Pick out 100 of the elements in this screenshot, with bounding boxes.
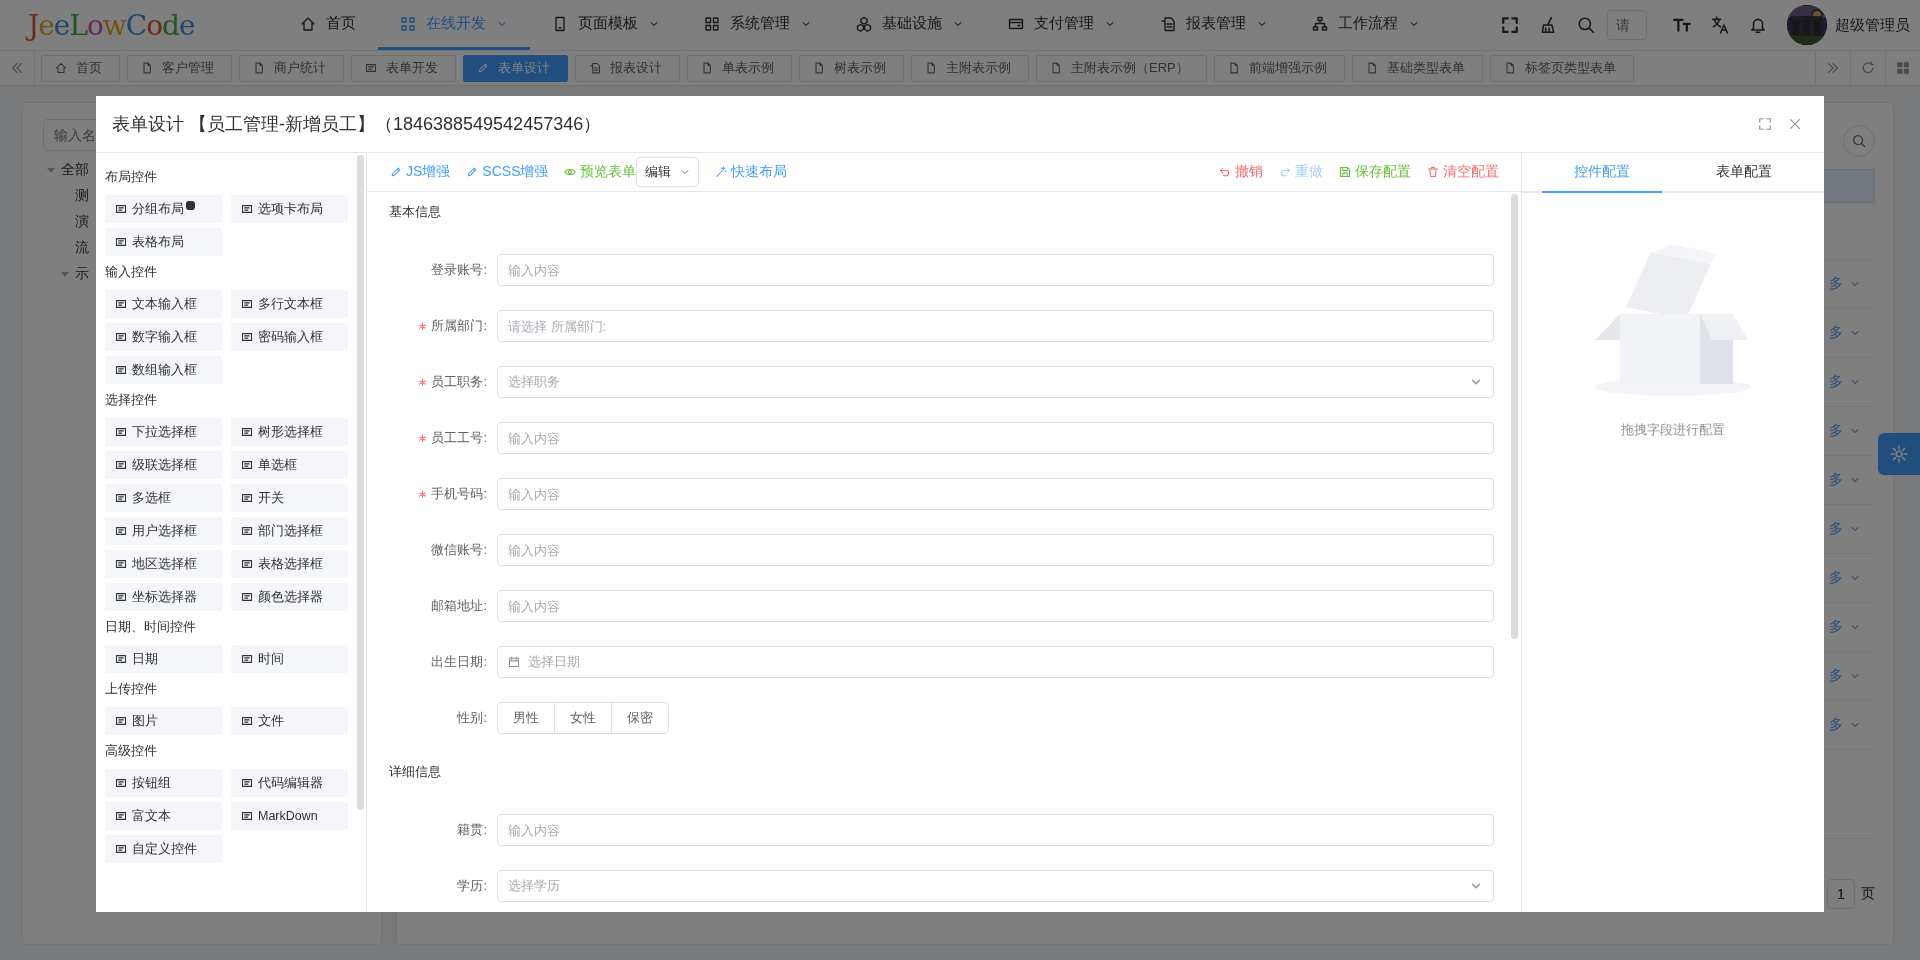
- widget-item[interactable]: 多行文本框: [231, 290, 348, 318]
- input-field[interactable]: 输入内容: [497, 254, 1494, 286]
- mode-select[interactable]: 编辑: [636, 157, 700, 187]
- fullscreen-icon[interactable]: [1758, 117, 1772, 131]
- page-tab[interactable]: 首页: [41, 54, 120, 82]
- widget-item[interactable]: 图片: [105, 707, 222, 735]
- widget-icon: [115, 558, 127, 570]
- page-tab[interactable]: 基础类型表单: [1351, 54, 1483, 82]
- widget-item[interactable]: 地区选择框: [105, 550, 222, 578]
- tree-item[interactable]: 演: [75, 213, 89, 231]
- widget-item[interactable]: 选项卡布局: [231, 195, 348, 223]
- widget-item[interactable]: 数组输入框: [105, 356, 222, 384]
- input-field[interactable]: 输入内容: [497, 534, 1494, 566]
- radio-button[interactable]: 男性: [497, 702, 555, 734]
- settings-tab[interactable]: 表单配置: [1684, 153, 1804, 193]
- field-label: 登录账号:: [431, 261, 487, 279]
- search-field[interactable]: 请: [1607, 10, 1647, 40]
- bell-icon[interactable]: [1749, 16, 1767, 34]
- widget-item[interactable]: 表格选择框: [231, 550, 348, 578]
- page-tab[interactable]: 前端增强示例: [1213, 54, 1345, 82]
- nav-item[interactable]: 页面模板: [530, 0, 682, 50]
- input-field[interactable]: 输入内容: [497, 478, 1494, 510]
- nav-item[interactable]: 支付管理: [986, 0, 1138, 50]
- tree-item[interactable]: 示: [75, 265, 89, 283]
- tree-item[interactable]: 测: [75, 187, 89, 205]
- page-tab[interactable]: 单表示例: [687, 54, 792, 82]
- toolbar-link[interactable]: JS增强: [390, 163, 451, 181]
- nav-item[interactable]: 报表管理: [1138, 0, 1290, 50]
- page-tab[interactable]: 树表示例: [799, 54, 904, 82]
- widget-item[interactable]: 时间: [231, 645, 348, 673]
- widget-item[interactable]: 文件: [231, 707, 348, 735]
- toolbar-button[interactable]: 保存配置: [1339, 163, 1411, 181]
- broom-icon[interactable]: [1539, 16, 1557, 34]
- toolbar-link[interactable]: SCSS增强: [466, 163, 549, 181]
- widget-icon: [115, 843, 127, 855]
- nav-item[interactable]: 基础设施: [834, 0, 986, 50]
- scrollbar[interactable]: [1511, 194, 1518, 639]
- translate-icon[interactable]: [1711, 16, 1729, 34]
- settings-button[interactable]: [1878, 433, 1920, 475]
- toolbar-link[interactable]: 预览表单: [564, 163, 637, 181]
- widget-item[interactable]: 树形选择框: [231, 418, 348, 446]
- page-tab[interactable]: 商户统计: [239, 54, 344, 82]
- widget-item[interactable]: 坐标选择器: [105, 583, 222, 611]
- trash-icon: [1427, 166, 1439, 178]
- tree-item[interactable]: 全部: [61, 161, 89, 179]
- widget-item[interactable]: 日期: [105, 645, 222, 673]
- select-field[interactable]: 选择学历: [497, 870, 1494, 902]
- radio-button[interactable]: 保密: [611, 702, 669, 734]
- widget-item[interactable]: 用户选择框: [105, 517, 222, 545]
- search-button[interactable]: [1843, 125, 1875, 157]
- widget-item[interactable]: 代码编辑器: [231, 769, 348, 797]
- widget-item[interactable]: 分组布局: [105, 195, 222, 223]
- page-tab[interactable]: 报表设计: [575, 54, 680, 82]
- nav-item[interactable]: 首页: [278, 0, 378, 50]
- caret-icon[interactable]: [60, 269, 70, 279]
- logo[interactable]: JeeLowCode: [0, 8, 278, 42]
- widget-item[interactable]: 自定义控件: [105, 835, 222, 863]
- nav-item[interactable]: 系统管理: [682, 0, 834, 50]
- widget-item[interactable]: 多选框: [105, 484, 222, 512]
- widget-item[interactable]: MarkDown: [231, 802, 348, 830]
- date-field[interactable]: 选择日期: [497, 646, 1494, 678]
- tree-item[interactable]: 流: [75, 239, 89, 257]
- widget-item[interactable]: 表格布局: [105, 228, 222, 256]
- page-tab[interactable]: 表单开发: [351, 54, 456, 82]
- widget-item[interactable]: 数字输入框: [105, 323, 222, 351]
- font-size-icon[interactable]: [1673, 16, 1691, 34]
- widget-item[interactable]: 颜色选择器: [231, 583, 348, 611]
- widget-item[interactable]: 密码输入框: [231, 323, 348, 351]
- settings-tab[interactable]: 控件配置: [1542, 153, 1662, 193]
- nav-item[interactable]: 工作流程: [1290, 0, 1442, 50]
- radio-button[interactable]: 女性: [554, 702, 612, 734]
- toolbar-link[interactable]: 快速布局: [715, 163, 788, 181]
- close-icon[interactable]: [1788, 117, 1802, 131]
- select-field[interactable]: 选择职务: [497, 366, 1494, 398]
- page-tab[interactable]: 主附表示例（ERP）: [1036, 54, 1207, 82]
- page-tab[interactable]: 客户管理: [127, 54, 232, 82]
- scrollbar[interactable]: [357, 155, 364, 810]
- toolbar-button[interactable]: 撤销: [1219, 163, 1263, 181]
- input-field[interactable]: 输入内容: [497, 422, 1494, 454]
- page-tab[interactable]: 主附表示例: [911, 54, 1029, 82]
- widget-item[interactable]: 文本输入框: [105, 290, 222, 318]
- user-name[interactable]: 超级管理员: [1835, 15, 1910, 35]
- page-tab[interactable]: 标签页类型表单: [1489, 54, 1634, 82]
- input-field[interactable]: 请选择 所属部门:: [497, 310, 1494, 342]
- widget-item[interactable]: 部门选择框: [231, 517, 348, 545]
- widget-item[interactable]: 富文本: [105, 802, 222, 830]
- input-field[interactable]: 输入内容: [497, 814, 1494, 846]
- search-icon[interactable]: [1577, 16, 1595, 34]
- widget-item[interactable]: 开关: [231, 484, 348, 512]
- widget-icon: [115, 777, 127, 789]
- fullscreen-icon[interactable]: [1501, 16, 1519, 34]
- toolbar-button[interactable]: 清空配置: [1427, 163, 1499, 181]
- widget-item[interactable]: 下拉选择框: [105, 418, 222, 446]
- caret-icon[interactable]: [46, 165, 56, 175]
- page-field[interactable]: 1: [1827, 879, 1855, 909]
- info-icon[interactable]: [186, 200, 195, 210]
- widget-item[interactable]: 按钮组: [105, 769, 222, 797]
- widget-item[interactable]: 级联选择框: [105, 451, 222, 479]
- widget-item[interactable]: 单选框: [231, 451, 348, 479]
- input-field[interactable]: 输入内容: [497, 590, 1494, 622]
